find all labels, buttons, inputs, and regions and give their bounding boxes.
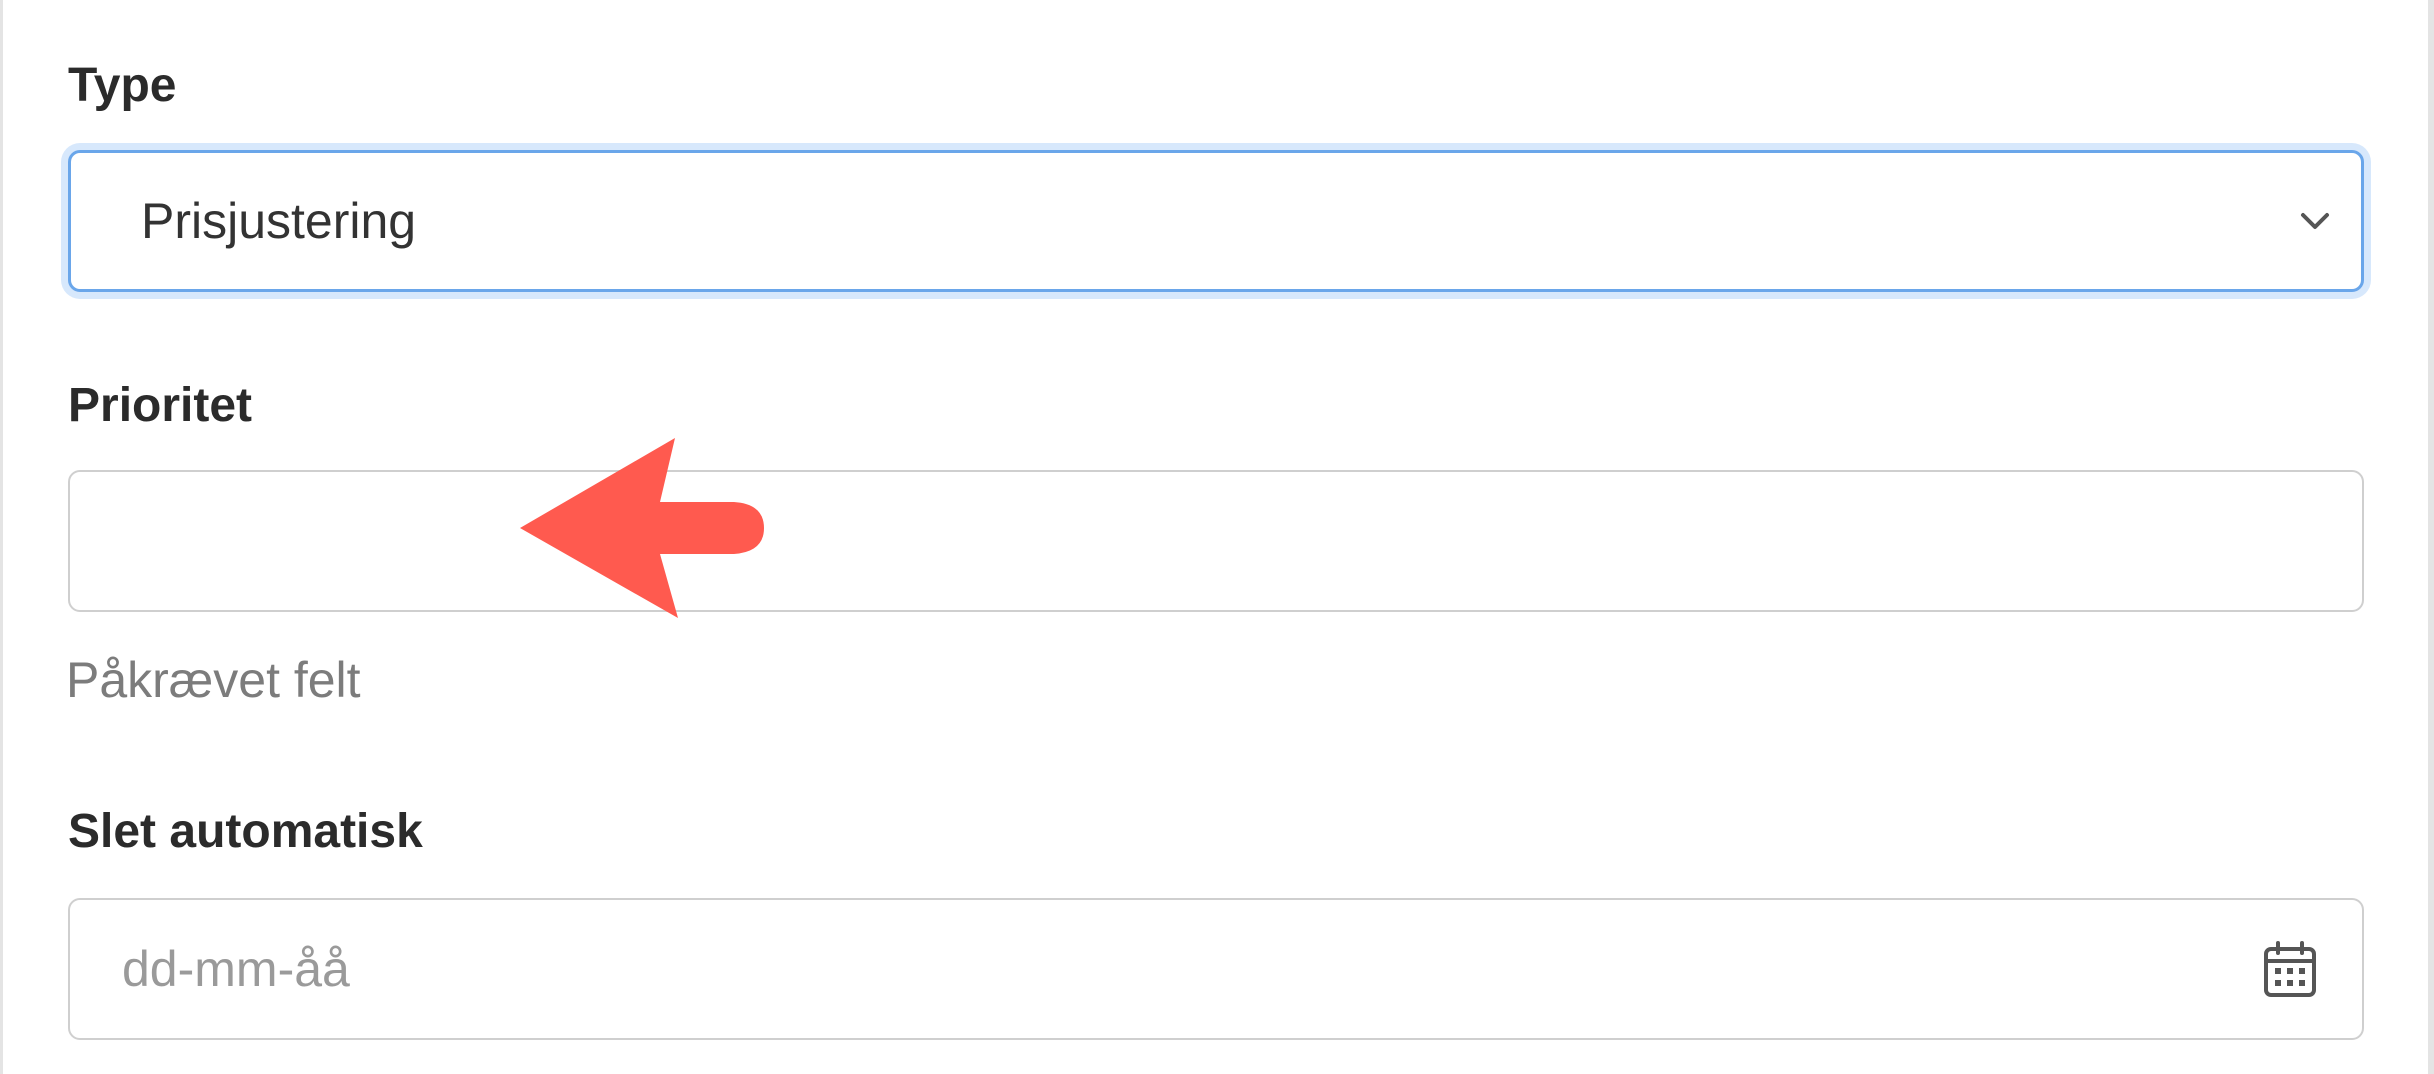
- type-selected-value: Prisjustering: [141, 193, 417, 249]
- chevron-down-icon[interactable]: [2295, 201, 2335, 241]
- date-placeholder: dd-mm-åå: [122, 941, 350, 997]
- type-select[interactable]: Prisjustering: [68, 150, 2364, 292]
- auto-delete-date-input[interactable]: dd-mm-åå: [68, 898, 2364, 1040]
- priority-label: Prioritet: [68, 379, 253, 432]
- panel-left-border: [0, 0, 3, 1074]
- auto-delete-label: Slet automatisk: [68, 805, 423, 858]
- form-panel: Type Prisjustering Prioritet Påkrævet fe…: [0, 0, 2434, 1074]
- priority-help-text: Påkrævet felt: [66, 652, 361, 708]
- arrow-left-icon: [510, 430, 770, 620]
- type-label: Type: [68, 59, 177, 112]
- panel-right-border: [2428, 0, 2434, 1074]
- calendar-icon[interactable]: [2262, 939, 2318, 999]
- priority-input[interactable]: [68, 470, 2364, 612]
